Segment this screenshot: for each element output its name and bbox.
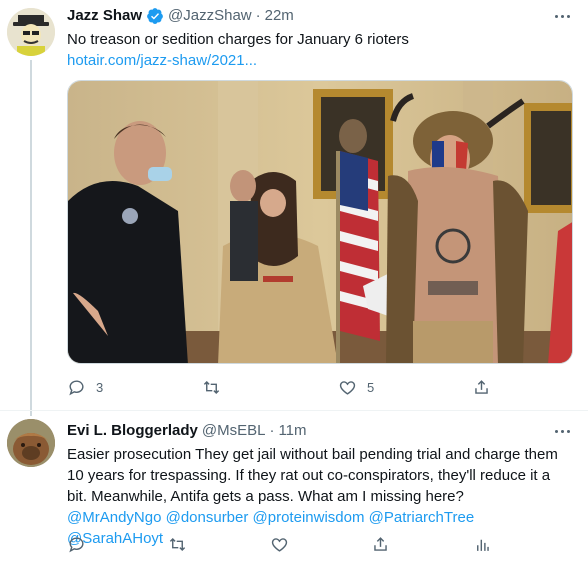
tweet-actions xyxy=(67,533,572,555)
tweet-header: Evi L. Bloggerlady @MsEBL · 11m xyxy=(67,421,307,441)
retweet-icon xyxy=(203,380,220,394)
tweet-link[interactable]: hotair.com/jazz-shaw/2021... xyxy=(67,50,257,71)
photo-capitol-rioters xyxy=(68,81,572,363)
like-count: 5 xyxy=(367,379,375,395)
share-button[interactable] xyxy=(472,376,491,398)
avatar[interactable] xyxy=(7,419,55,467)
like-icon xyxy=(271,537,288,552)
display-name[interactable]: Evi L. Bloggerlady xyxy=(67,421,198,441)
tweet-photo[interactable] xyxy=(67,80,573,364)
retweet-button[interactable] xyxy=(202,376,231,398)
retweet-icon xyxy=(169,537,186,551)
avatar[interactable] xyxy=(7,8,55,56)
tweet[interactable]: Jazz Shaw @JazzShaw · 22m No treason or … xyxy=(0,0,588,410)
tweet-actions: 3 5 xyxy=(67,376,572,398)
reply-icon xyxy=(69,536,84,552)
timestamp[interactable]: 22m xyxy=(265,6,294,26)
handle[interactable]: @JazzShaw xyxy=(168,6,252,26)
reply-button[interactable]: 3 xyxy=(67,376,103,398)
analytics-icon xyxy=(477,539,489,551)
retweet-button[interactable] xyxy=(168,533,187,555)
like-button[interactable] xyxy=(270,533,289,555)
share-icon xyxy=(475,379,488,394)
analytics-button[interactable] xyxy=(473,533,492,555)
share-button[interactable] xyxy=(371,533,390,555)
separator-dot: · xyxy=(269,422,275,439)
verified-badge-icon xyxy=(147,8,163,24)
handle[interactable]: @MsEBL xyxy=(202,421,266,441)
more-icon[interactable] xyxy=(550,421,574,441)
more-icon[interactable] xyxy=(550,6,574,26)
reply-icon xyxy=(69,379,84,395)
separator-dot: · xyxy=(255,7,261,24)
display-name[interactable]: Jazz Shaw xyxy=(67,6,142,26)
tweet-body: Easier prosecution They get jail without… xyxy=(67,446,558,505)
like-button[interactable]: 5 xyxy=(338,376,374,398)
tweet-text: No treason or sedition charges for Janua… xyxy=(67,31,409,48)
share-icon xyxy=(374,536,387,551)
like-icon xyxy=(339,380,356,395)
tweet-header: Jazz Shaw @JazzShaw · 22m xyxy=(67,6,294,26)
reply-count: 3 xyxy=(96,379,104,395)
reply-button[interactable] xyxy=(67,533,86,555)
timestamp[interactable]: 11m xyxy=(278,421,306,441)
